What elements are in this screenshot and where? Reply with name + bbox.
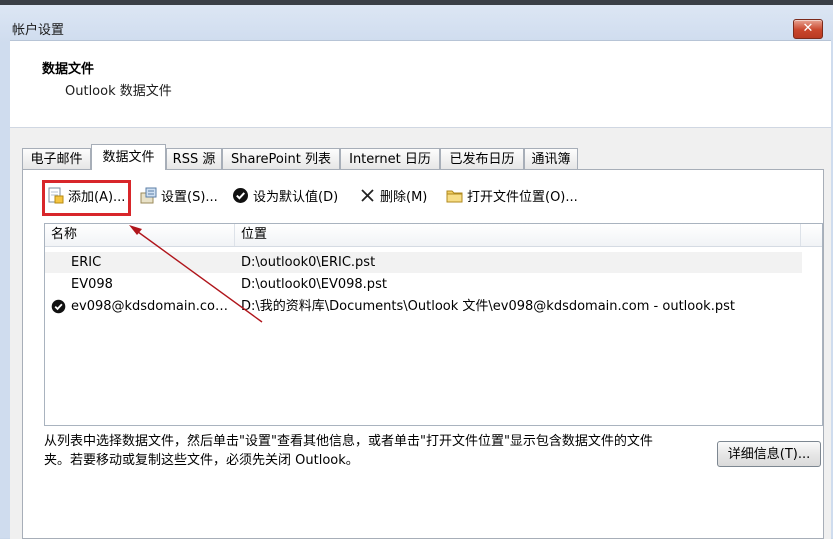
tab-sharepoint[interactable]: SharePoint 列表	[222, 148, 340, 169]
tab-address-book[interactable]: 通讯簿	[524, 148, 578, 169]
tab-published-calendar[interactable]: 已发布日历	[440, 148, 524, 169]
details-button[interactable]: 详细信息(T)...	[717, 441, 821, 467]
tab-internet-calendar[interactable]: Internet 日历	[340, 148, 440, 169]
row-name: ERIC	[71, 255, 102, 270]
list-row[interactable]: EV098 D:\outlook0\EV098.pst	[45, 274, 802, 295]
check-circle-icon	[232, 187, 249, 204]
default-check-icon	[51, 299, 66, 314]
delete-x-icon	[359, 187, 376, 204]
close-button[interactable]: ✕	[793, 19, 823, 39]
settings-button[interactable]: 设置(S)...	[140, 184, 218, 206]
row-name: ev098@kdsdomain.com - outlook	[71, 299, 233, 314]
column-header-name[interactable]: 名称	[45, 224, 235, 246]
add-button-highlight	[42, 180, 131, 216]
data-file-list[interactable]: 名称 位置 ERIC D:\outlook0\ERIC.pst EV098 D:…	[44, 223, 823, 426]
tab-area: 电子邮件 数据文件 RSS 源 SharePoint 列表 Internet 日…	[10, 128, 831, 539]
settings-icon	[140, 187, 157, 204]
section-title: 数据文件	[42, 62, 95, 77]
open-location-label: 打开文件位置(O)...	[467, 189, 578, 205]
section-subtitle: Outlook 数据文件	[65, 84, 172, 99]
tab-rss[interactable]: RSS 源	[166, 148, 222, 169]
folder-icon	[446, 187, 463, 204]
row-location: D:\我的资料库\Documents\Outlook 文件\ev098@kdsd…	[241, 299, 735, 314]
open-location-button[interactable]: 打开文件位置(O)...	[446, 184, 578, 206]
description-line: 夹。若要移动或复制这些文件，必须先关闭 Outlook。	[44, 453, 359, 468]
account-settings-window: 帐户设置 ✕ 数据文件 Outlook 数据文件 电子邮件 数据文件 RSS 源…	[0, 5, 833, 539]
window-title: 帐户设置	[12, 23, 65, 38]
set-default-label: 设为默认值(D)	[253, 189, 339, 205]
delete-button-label: 删除(M)	[380, 189, 428, 205]
header-section: 数据文件 Outlook 数据文件	[10, 41, 831, 128]
list-row[interactable]: ERIC D:\outlook0\ERIC.pst	[45, 252, 802, 273]
data-files-page: 添加(A)... 设置(S)... 设为默认值(D) 删除(M) 打开文件位置(…	[22, 169, 824, 539]
dialog-client: 数据文件 Outlook 数据文件 电子邮件 数据文件 RSS 源 ShareP…	[10, 40, 831, 539]
row-location: D:\outlook0\EV098.pst	[241, 277, 387, 292]
description-text: 从列表中选择数据文件，然后单击"设置"查看其他信息，或者单击"打开文件位置"显示…	[44, 432, 694, 470]
row-location: D:\outlook0\ERIC.pst	[241, 255, 376, 270]
column-header-location[interactable]: 位置	[235, 224, 801, 246]
delete-button[interactable]: 删除(M)	[359, 184, 427, 206]
list-row[interactable]: ev098@kdsdomain.com - outlook D:\我的资料库\D…	[45, 296, 802, 317]
settings-button-label: 设置(S)...	[161, 189, 218, 205]
description-line: 从列表中选择数据文件，然后单击"设置"查看其他信息，或者单击"打开文件位置"显示…	[44, 434, 653, 449]
tab-data-files[interactable]: 数据文件	[91, 144, 166, 170]
set-default-button[interactable]: 设为默认值(D)	[232, 184, 338, 206]
tab-email[interactable]: 电子邮件	[22, 148, 91, 169]
row-name: EV098	[71, 277, 113, 292]
list-header: 名称 位置	[45, 224, 822, 247]
